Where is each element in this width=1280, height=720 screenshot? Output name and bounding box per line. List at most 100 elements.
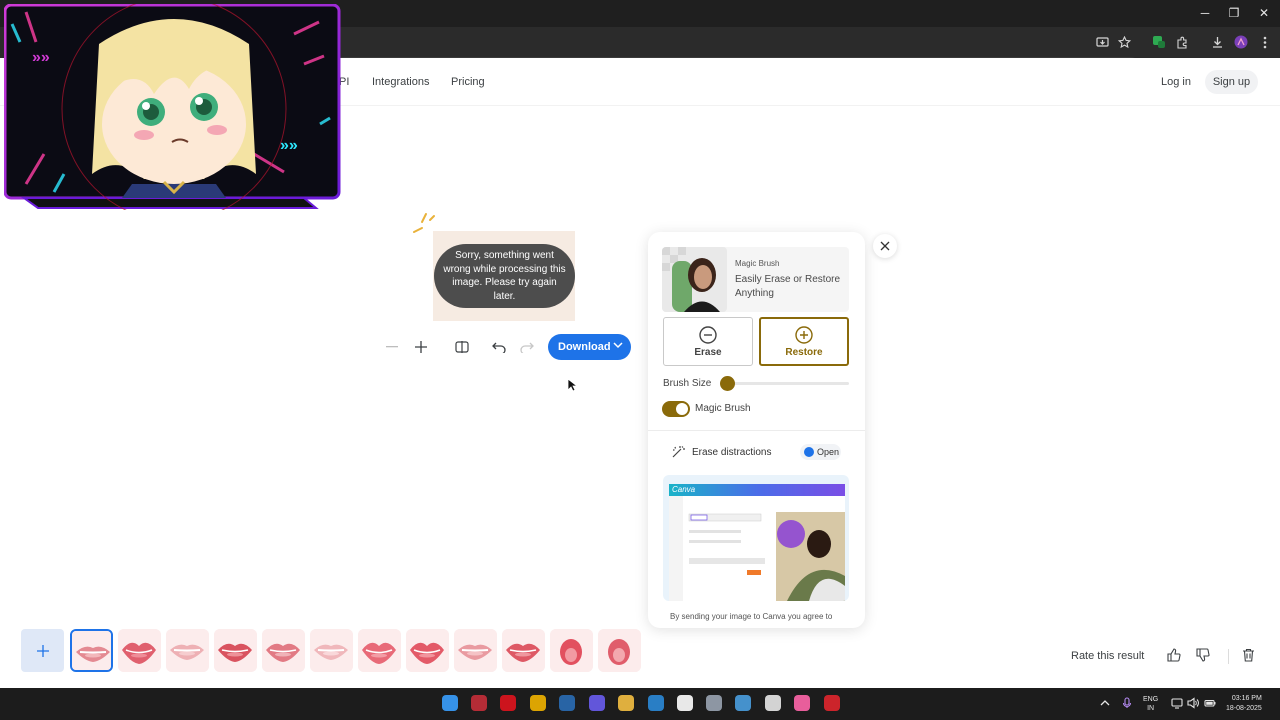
plus-icon <box>36 644 49 657</box>
canva-promo-preview[interactable]: Canva <box>663 475 849 601</box>
clock-date: 18-08-2025 <box>1226 705 1262 712</box>
language-indicator[interactable]: ENG IN <box>1143 695 1158 713</box>
panel-divider <box>648 430 865 431</box>
open-button[interactable]: Open <box>800 444 841 460</box>
extensions-puzzle-icon[interactable] <box>1173 33 1191 51</box>
undo-icon[interactable] <box>489 337 509 357</box>
style-thumbnail[interactable] <box>310 629 353 672</box>
github-icon[interactable] <box>675 693 695 713</box>
thumbs-down-icon[interactable] <box>1196 648 1210 662</box>
browser-menu-icon[interactable] <box>1256 33 1274 51</box>
redo-icon[interactable] <box>517 337 537 357</box>
style-thumbnail[interactable] <box>406 629 449 672</box>
settings-icon[interactable] <box>704 693 724 713</box>
signup-button[interactable]: Sign up <box>1205 70 1258 94</box>
brush-size-label: Brush Size <box>663 378 712 389</box>
minimize-button[interactable]: ─ <box>1190 4 1220 22</box>
download-button[interactable]: Download <box>548 334 631 360</box>
photos-icon[interactable] <box>646 693 666 713</box>
steam-icon[interactable] <box>557 693 577 713</box>
add-image-button[interactable] <box>21 629 64 672</box>
nav-link-pricing[interactable]: Pricing <box>451 76 485 88</box>
erase-label: Erase <box>694 346 722 358</box>
mouse-cursor-icon <box>567 378 577 392</box>
restore-button[interactable]: Restore <box>759 317 849 366</box>
style-thumbnail[interactable] <box>70 629 113 672</box>
magic-brush-card: Magic Brush Easily Erase or Restore Anyt… <box>662 247 849 312</box>
steelseries-icon[interactable] <box>763 693 783 713</box>
svg-text:»»: »» <box>32 49 50 66</box>
style-thumbnail[interactable] <box>166 629 209 672</box>
extension-badge-icon[interactable] <box>1150 33 1168 51</box>
network-icon[interactable] <box>1171 697 1183 709</box>
magic-brush-panel: Magic Brush Easily Erase or Restore Anyt… <box>648 232 865 628</box>
nav-link-integrations[interactable]: Integrations <box>372 76 429 88</box>
compare-button[interactable] <box>452 337 472 357</box>
bookmark-star-icon[interactable] <box>1115 33 1133 51</box>
magic-brush-toggle-label: Magic Brush <box>695 403 751 414</box>
magic-brush-description: Easily Erase or Restore Anything <box>735 274 841 299</box>
brush-size-slider[interactable] <box>728 382 849 385</box>
magic-wand-icon <box>672 446 685 458</box>
files-app-icon[interactable] <box>733 693 753 713</box>
zoom-in-button[interactable] <box>411 337 431 357</box>
style-thumbnail[interactable] <box>550 629 593 672</box>
style-thumbnail[interactable] <box>214 629 257 672</box>
canva-logo-icon <box>804 447 814 457</box>
file-explorer-icon[interactable] <box>616 693 636 713</box>
login-link[interactable]: Log in <box>1161 76 1191 88</box>
chrome-icon[interactable] <box>528 693 548 713</box>
trash-icon[interactable] <box>1242 648 1255 662</box>
clock-time: 03:16 PM <box>1231 695 1262 702</box>
profile-avatar-icon[interactable] <box>1232 33 1250 51</box>
download-label: Download <box>558 341 611 353</box>
rate-result-label: Rate this result <box>1071 650 1145 662</box>
open-label: Open <box>817 447 840 457</box>
canva-logo: Canva <box>672 485 696 494</box>
creative-cloud-icon[interactable] <box>822 693 842 713</box>
volume-icon[interactable] <box>1187 697 1199 709</box>
rate-divider <box>1228 649 1229 664</box>
chevron-down-icon[interactable] <box>613 342 623 349</box>
magic-brush-thumbnail <box>662 247 727 312</box>
windows-taskbar <box>0 688 1280 720</box>
battery-icon[interactable] <box>1204 697 1216 709</box>
style-thumbnail[interactable] <box>262 629 305 672</box>
canva-header-bar: Canva <box>669 484 845 496</box>
erase-distractions-label[interactable]: Erase distractions <box>692 447 771 458</box>
thumbs-up-icon[interactable] <box>1167 648 1181 662</box>
osu-icon[interactable] <box>792 693 812 713</box>
restore-label: Restore <box>785 346 823 358</box>
style-thumbnail[interactable] <box>502 629 545 672</box>
style-thumbnail[interactable] <box>454 629 497 672</box>
taskbar-clock[interactable]: 03:16 PM 18-08-2025 <box>1226 694 1262 714</box>
magic-brush-title: Magic Brush <box>735 259 780 268</box>
style-thumbnail[interactable] <box>598 629 641 672</box>
discord-icon[interactable] <box>587 693 607 713</box>
minus-circle-icon <box>699 325 717 344</box>
canva-preview-body <box>669 496 845 601</box>
error-message: Sorry, something went wrong while proces… <box>434 244 575 308</box>
style-thumbnail[interactable] <box>358 629 401 672</box>
webcam-overlay: »» »» <box>4 4 341 210</box>
magic-brush-toggle[interactable] <box>662 401 690 417</box>
language-code: ENG <box>1143 696 1159 703</box>
brush-size-slider-handle[interactable] <box>720 376 735 391</box>
windows-start-icon[interactable] <box>440 693 460 713</box>
downloads-icon[interactable] <box>1208 33 1226 51</box>
zoom-out-button[interactable] <box>382 337 402 357</box>
restore-button[interactable]: ❐ <box>1219 4 1249 22</box>
region-code: IN <box>1147 705 1155 712</box>
microphone-icon[interactable] <box>1121 697 1133 709</box>
erase-button[interactable]: Erase <box>663 317 753 366</box>
consent-text: By sending your image to Canva you agree… <box>670 612 833 621</box>
plus-circle-icon <box>795 325 813 344</box>
install-app-icon[interactable] <box>1093 33 1111 51</box>
svg-text:»»: »» <box>280 137 298 154</box>
anime-app-icon[interactable] <box>469 693 489 713</box>
close-panel-button[interactable] <box>873 234 897 258</box>
opera-icon[interactable] <box>498 693 518 713</box>
chevron-up-icon[interactable] <box>1100 699 1110 706</box>
style-thumbnail[interactable] <box>118 629 161 672</box>
close-window-button[interactable]: ✕ <box>1249 4 1279 22</box>
